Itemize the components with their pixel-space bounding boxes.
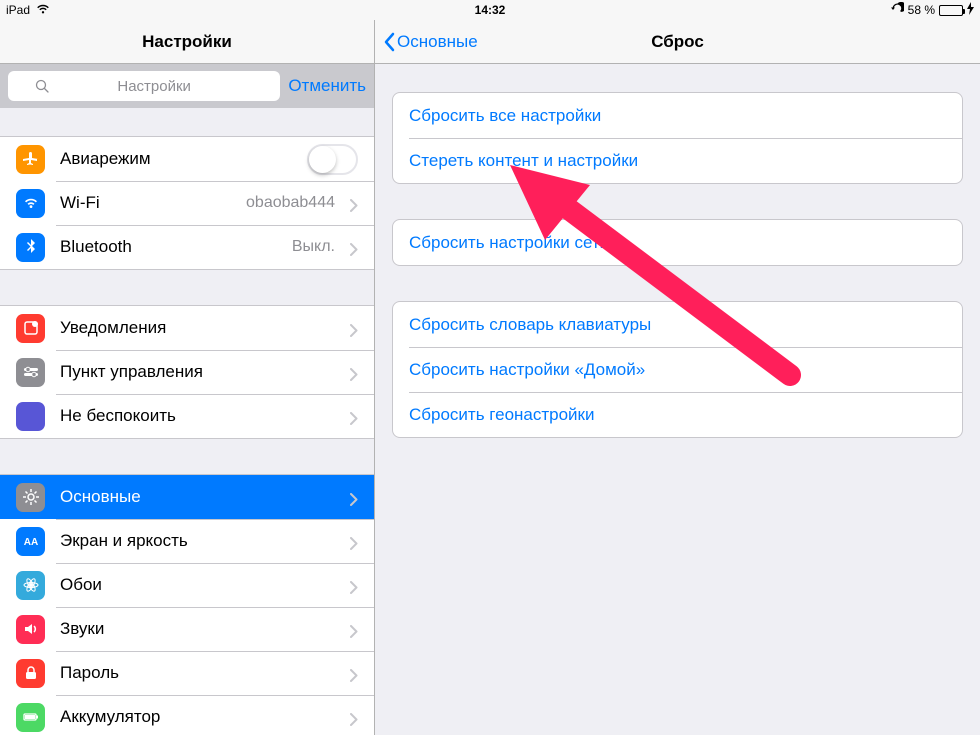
sidebar-item-passcode[interactable]: Пароль — [0, 651, 374, 695]
sidebar-item-label: Пароль — [60, 663, 335, 683]
reset-option-label: Сбросить все настройки — [409, 106, 601, 126]
reset-option[interactable]: Сбросить все настройки — [393, 93, 962, 138]
reset-option-label: Сбросить настройки сети — [409, 233, 609, 253]
sidebar-item-label: Авиарежим — [60, 149, 292, 169]
reset-option-label: Сбросить словарь клавиатуры — [409, 315, 651, 335]
chevron-right-icon — [350, 623, 358, 636]
battery-icon — [939, 5, 963, 16]
reset-option[interactable]: Сбросить словарь клавиатуры — [393, 302, 962, 347]
sidebar-item-notifications[interactable]: Уведомления — [0, 306, 374, 350]
chevron-right-icon — [350, 241, 358, 254]
chevron-right-icon — [350, 535, 358, 548]
sidebar-item-bluetooth[interactable]: Bluetooth Выкл. — [0, 225, 374, 269]
reset-option[interactable]: Сбросить настройки «Домой» — [393, 347, 962, 392]
reset-option-label: Стереть контент и настройки — [409, 151, 638, 171]
sidebar-navbar: Настройки — [0, 20, 374, 64]
sidebar-item-label: Уведомления — [60, 318, 335, 338]
chevron-right-icon — [350, 579, 358, 592]
reset-option[interactable]: Стереть контент и настройки — [393, 138, 962, 183]
chevron-left-icon — [383, 32, 395, 52]
moon-icon — [16, 402, 45, 431]
notifications-icon — [16, 314, 45, 343]
detail-navbar: Основные Сброс — [375, 20, 980, 64]
airplane-icon — [16, 145, 45, 174]
chevron-right-icon — [350, 197, 358, 210]
reset-option[interactable]: Сбросить настройки сети — [393, 220, 962, 265]
battery-icon — [16, 703, 45, 732]
sidebar-item-label: Аккумулятор — [60, 707, 335, 727]
back-label: Основные — [397, 32, 478, 52]
reset-option-label: Сбросить настройки «Домой» — [409, 360, 645, 380]
chevron-right-icon — [350, 667, 358, 680]
clock: 14:32 — [475, 3, 506, 17]
sidebar-item-label: Bluetooth — [60, 237, 277, 257]
sidebar-item-value: obaobab444 — [246, 194, 335, 212]
sidebar: Настройки Отменить Авиарежим Wi-Fi obaobab… — [0, 20, 375, 735]
lock-icon — [16, 659, 45, 688]
svg-text:AA: AA — [23, 537, 37, 548]
search-cancel-button[interactable]: Отменить — [288, 76, 366, 96]
controlcenter-icon — [16, 358, 45, 387]
sidebar-item-display[interactable]: AA Экран и яркость — [0, 519, 374, 563]
sidebar-item-label: Не беспокоить — [60, 406, 335, 426]
sidebar-title: Настройки — [0, 32, 374, 52]
sidebar-item-sounds[interactable]: Звуки — [0, 607, 374, 651]
charging-icon — [967, 2, 974, 18]
reset-option-label: Сбросить геонастройки — [409, 405, 595, 425]
device-name: iPad — [6, 3, 30, 17]
sync-icon — [891, 2, 904, 18]
chevron-right-icon — [350, 366, 358, 379]
display-icon: AA — [16, 527, 45, 556]
sidebar-item-battery[interactable]: Аккумулятор — [0, 695, 374, 735]
search-input[interactable] — [55, 78, 254, 95]
sounds-icon — [16, 615, 45, 644]
gear-icon — [16, 483, 45, 512]
detail-pane: Основные Сброс Сбросить все настройки Сте… — [375, 20, 980, 735]
battery-percent: 58 % — [908, 3, 935, 17]
search-field[interactable] — [8, 71, 280, 101]
reset-option[interactable]: Сбросить геонастройки — [393, 392, 962, 437]
chevron-right-icon — [350, 711, 358, 724]
chevron-right-icon — [350, 410, 358, 423]
status-bar: iPad 14:32 58 % — [0, 0, 980, 20]
chevron-right-icon — [350, 491, 358, 504]
wallpaper-icon — [16, 571, 45, 600]
sidebar-item-dnd[interactable]: Не беспокоить — [0, 394, 374, 438]
toggle-airplane[interactable] — [307, 144, 358, 175]
sidebar-item-wallpaper[interactable]: Обои — [0, 563, 374, 607]
sidebar-item-label: Звуки — [60, 619, 335, 639]
sidebar-item-controlcenter[interactable]: Пункт управления — [0, 350, 374, 394]
back-button[interactable]: Основные — [375, 32, 478, 52]
chevron-right-icon — [350, 322, 358, 335]
sidebar-item-label: Экран и яркость — [60, 531, 335, 551]
sidebar-item-label: Обои — [60, 575, 335, 595]
sidebar-item-label: Пункт управления — [60, 362, 335, 382]
sidebar-item-label: Основные — [60, 487, 335, 507]
sidebar-item-label: Wi-Fi — [60, 193, 231, 213]
wifi-status-icon — [36, 3, 50, 18]
sidebar-item-value: Выкл. — [292, 238, 335, 256]
wifi-icon — [16, 189, 45, 218]
bluetooth-icon — [16, 233, 45, 262]
sidebar-item-wifi[interactable]: Wi-Fi obaobab444 — [0, 181, 374, 225]
search-icon — [35, 79, 49, 93]
search-row: Отменить — [0, 64, 374, 108]
sidebar-item-general[interactable]: Основные — [0, 475, 374, 519]
sidebar-list: Авиарежим Wi-Fi obaobab444 Bluetooth Выкл. Ув… — [0, 108, 374, 735]
sidebar-item-airplane[interactable]: Авиарежим — [0, 137, 374, 181]
